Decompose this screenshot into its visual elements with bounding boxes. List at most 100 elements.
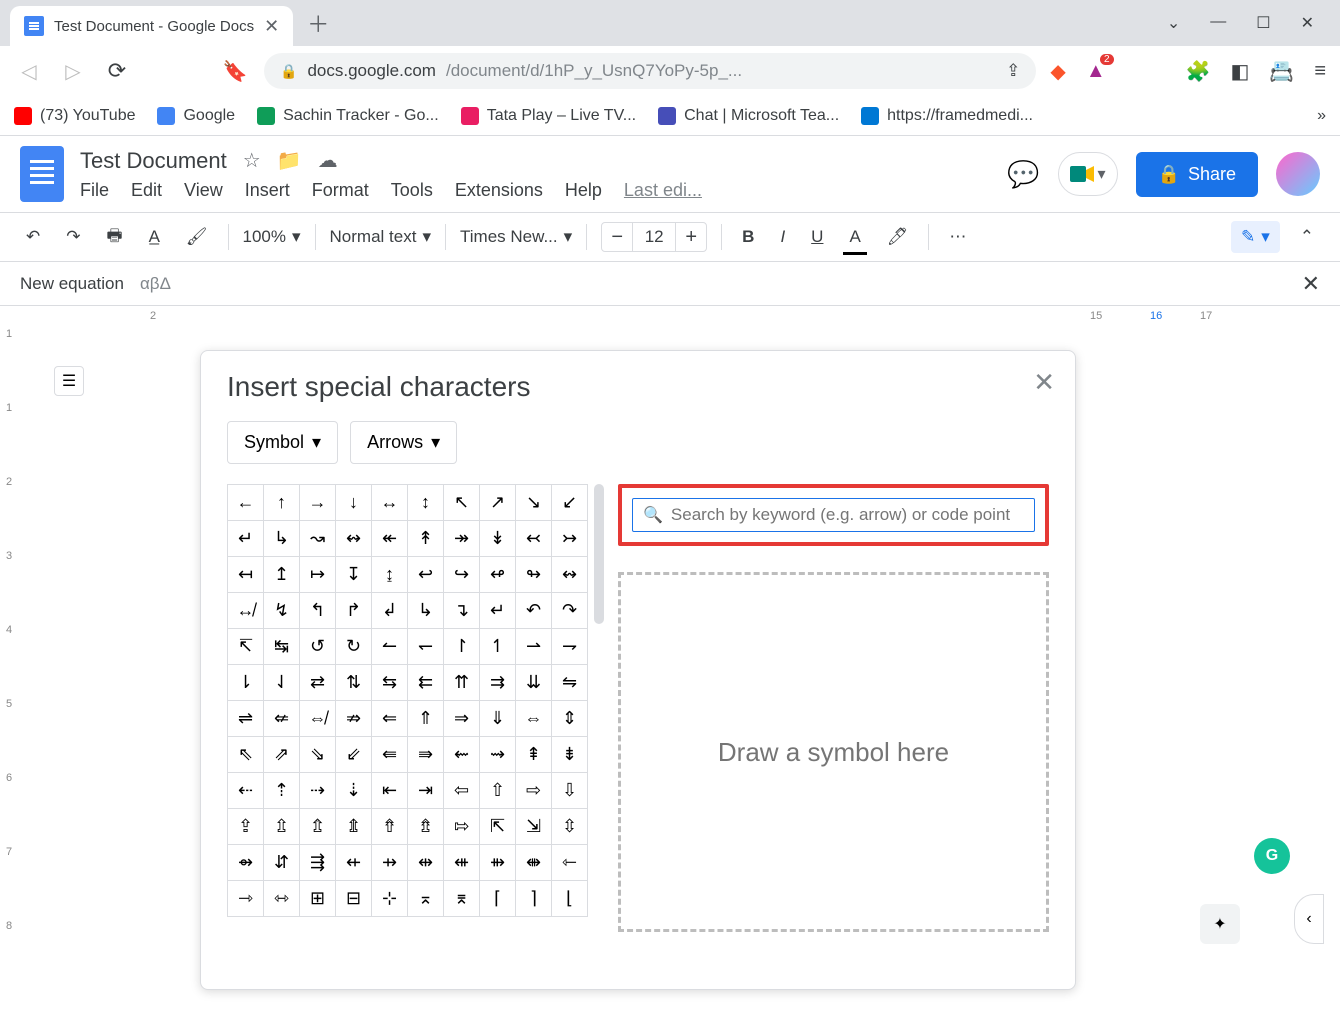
character-cell[interactable]: ⇆ [372,665,408,701]
character-cell[interactable]: ↵ [480,593,516,629]
sidebar-icon[interactable]: ◧ [1231,59,1250,84]
grid-scrollbar[interactable] [594,484,604,624]
character-cell[interactable]: ↻ [336,629,372,665]
character-cell[interactable]: ↑ [264,485,300,521]
character-cell[interactable]: ⇣ [336,773,372,809]
character-cell[interactable]: ⌉ [516,881,552,917]
character-cell[interactable]: ⇽ [552,845,588,881]
more-toolbar-button[interactable]: ⋯ [943,223,972,251]
character-cell[interactable]: ⇊ [516,665,552,701]
meet-button[interactable]: ▾ [1058,152,1118,196]
character-cell[interactable]: ⇡ [264,773,300,809]
character-cell[interactable]: ⇩ [552,773,588,809]
character-cell[interactable]: ⇟ [552,737,588,773]
editing-mode-button[interactable]: ✎▾ [1231,221,1280,253]
maximize-icon[interactable]: ☐ [1256,13,1270,33]
character-cell[interactable]: ⇬ [300,809,336,845]
highlight-button[interactable]: 🖊 [881,223,915,251]
character-cell[interactable]: ↖ [444,485,480,521]
character-cell[interactable]: ↨ [372,557,408,593]
close-window-icon[interactable]: ✕ [1301,13,1314,33]
collapse-toolbar-button[interactable]: ⌃ [1294,223,1320,251]
character-cell[interactable]: ↡ [480,521,516,557]
close-tab-icon[interactable]: ✕ [264,16,279,37]
menu-view[interactable]: View [184,180,223,201]
document-outline-button[interactable]: ☰ [54,366,84,396]
comments-icon[interactable]: 💬 [1007,159,1039,190]
character-cell[interactable]: ⇧ [480,773,516,809]
document-title[interactable]: Test Document [80,148,227,174]
grammarly-icon[interactable]: G [1254,838,1290,874]
character-cell[interactable]: ↷ [552,593,588,629]
character-cell[interactable]: ⇕ [552,701,588,737]
character-cell[interactable]: ↸ [228,629,264,665]
character-cell[interactable]: ↬ [516,557,552,593]
character-cell[interactable]: ⊹ [372,881,408,917]
minimize-icon[interactable]: ― [1210,13,1226,33]
character-cell[interactable]: ⇠ [228,773,264,809]
character-cell[interactable]: ↮ [228,593,264,629]
character-cell[interactable]: ⇉ [480,665,516,701]
spellcheck-button[interactable]: A̲ [143,223,166,251]
character-cell[interactable]: ⌈ [480,881,516,917]
character-cell[interactable]: ⇞ [516,737,552,773]
character-cell[interactable]: ↞ [372,521,408,557]
character-cell[interactable]: ⇌ [228,701,264,737]
character-cell[interactable]: ⌅ [408,881,444,917]
back-button[interactable]: ◁ [14,59,44,84]
character-cell[interactable]: ↺ [300,629,336,665]
character-cell[interactable]: ↴ [444,593,480,629]
character-cell[interactable]: ⇦ [444,773,480,809]
menu-insert[interactable]: Insert [245,180,290,201]
character-cell[interactable]: ⇋ [552,665,588,701]
character-cell[interactable]: ⇀ [516,629,552,665]
undo-button[interactable]: ↶ [20,223,46,251]
character-cell[interactable]: ↹ [264,629,300,665]
character-cell[interactable]: ⇭ [336,809,372,845]
paragraph-style-select[interactable]: Normal text▾ [330,227,431,247]
character-cell[interactable]: ⇔ [516,701,552,737]
character-cell[interactable]: ⌊ [552,881,588,917]
character-cell[interactable]: ⇻ [480,845,516,881]
character-cell[interactable]: ⇢ [300,773,336,809]
character-cell[interactable]: ⇘ [300,737,336,773]
subcategory-dropdown[interactable]: Arrows▾ [350,421,457,464]
close-equation-bar-icon[interactable]: ✕ [1302,271,1320,297]
bookmark-item[interactable]: https://framedmedi... [861,107,1033,125]
bookmark-item[interactable]: Tata Play – Live TV... [461,107,636,125]
character-cell[interactable]: ⇲ [516,809,552,845]
character-cell[interactable]: ↵ [228,521,264,557]
character-cell[interactable]: ⇳ [552,809,588,845]
underline-button[interactable]: U [805,223,829,251]
paint-format-button[interactable]: 🖌 [180,223,214,251]
menu-icon[interactable]: ≡ [1314,60,1326,83]
character-cell[interactable]: ↳ [264,521,300,557]
character-cell[interactable]: ⇒ [444,701,480,737]
character-cell[interactable]: ⇖ [228,737,264,773]
character-cell[interactable]: ⇹ [408,845,444,881]
character-cell[interactable]: ⇨ [516,773,552,809]
character-cell[interactable]: → [300,485,336,521]
character-cell[interactable]: ↿ [480,629,516,665]
italic-button[interactable]: I [774,223,791,251]
bookmarks-overflow-icon[interactable]: » [1317,107,1326,125]
character-cell[interactable]: ⇼ [516,845,552,881]
character-cell[interactable]: ⇤ [372,773,408,809]
character-cell[interactable]: ⇪ [228,809,264,845]
character-cell[interactable]: ⇇ [408,665,444,701]
character-cell[interactable]: ⇮ [372,809,408,845]
character-cell[interactable]: ↠ [444,521,480,557]
character-cell[interactable]: ⇂ [228,665,264,701]
decrease-font-button[interactable]: − [602,226,632,249]
character-cell[interactable]: ⇐ [372,701,408,737]
increase-font-button[interactable]: + [676,226,706,249]
character-cell[interactable]: ↭ [552,557,588,593]
docs-logo[interactable] [20,146,64,202]
font-family-select[interactable]: Times New...▾ [460,227,572,247]
character-cell[interactable]: ⇱ [480,809,516,845]
horizontal-ruler[interactable]: 2 15 16 17 [0,306,1340,328]
character-cell[interactable]: ↭ [336,521,372,557]
share-url-icon[interactable]: ⇪ [1006,61,1020,81]
last-edit-link[interactable]: Last edi... [624,180,702,201]
menu-file[interactable]: File [80,180,109,201]
